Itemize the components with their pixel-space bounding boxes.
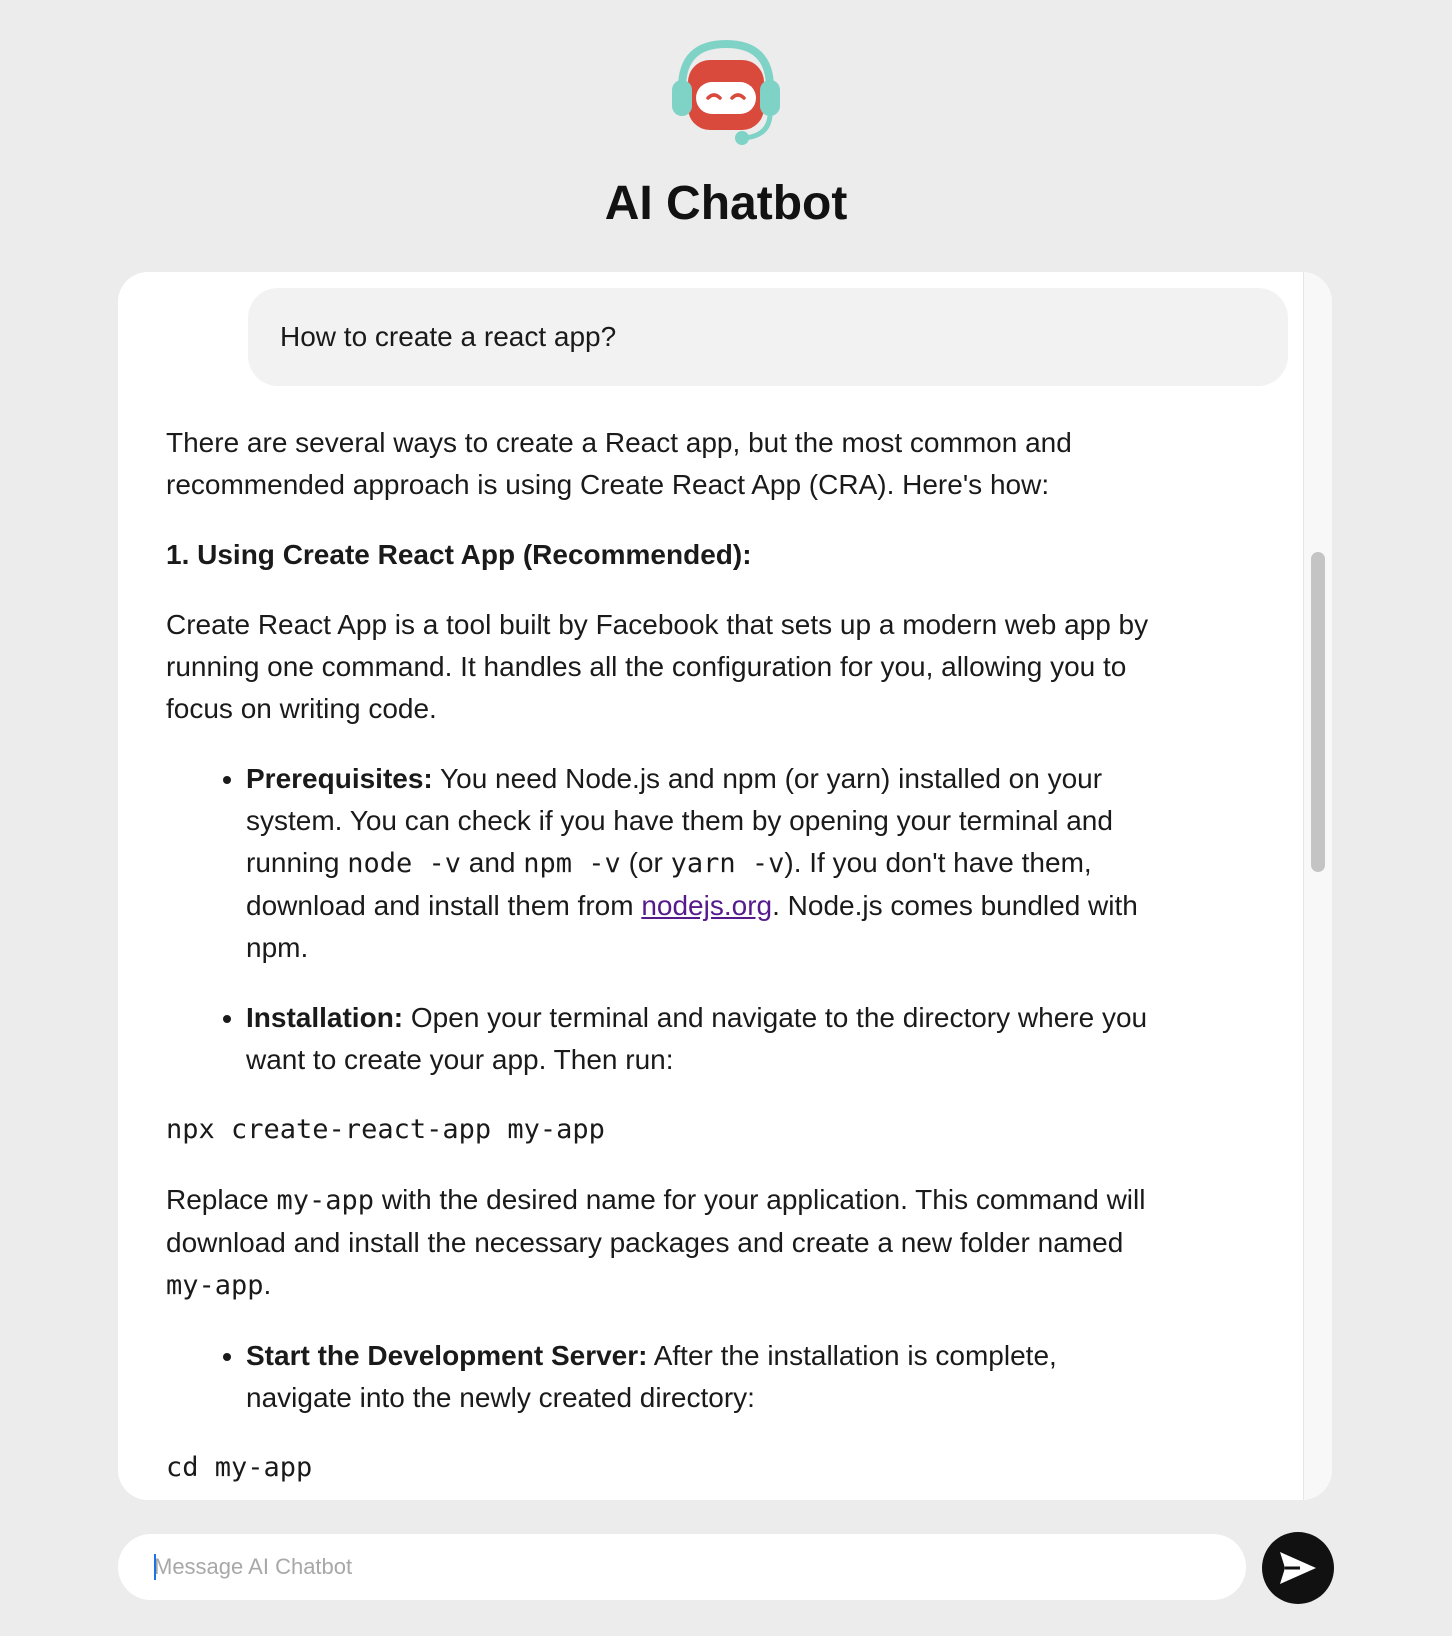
answer-heading: 1. Using Create React App (Recommended): bbox=[166, 539, 752, 570]
chat-panel: How to create a react app? There are sev… bbox=[118, 272, 1332, 1500]
inline-code: node -v bbox=[347, 848, 461, 879]
prerequisites-text: (or bbox=[620, 847, 671, 878]
user-message: How to create a react app? bbox=[248, 288, 1288, 386]
robot-face bbox=[696, 82, 756, 114]
send-icon bbox=[1280, 1552, 1316, 1584]
code-block-create: npx create-react-app my-app bbox=[166, 1114, 605, 1145]
chatbot-logo bbox=[672, 39, 780, 145]
inline-code: yarn -v bbox=[670, 848, 785, 879]
inline-code: npm -v bbox=[523, 848, 621, 879]
assistant-message: There are several ways to create a React… bbox=[166, 422, 1152, 1500]
headset-left-cup bbox=[672, 80, 692, 116]
nodejs-link[interactable]: nodejs.org bbox=[641, 890, 772, 921]
installation-label: Installation: bbox=[246, 1002, 404, 1033]
answer-list: Start the Development Server: After the … bbox=[166, 1335, 1152, 1419]
text-caret bbox=[154, 1554, 156, 1580]
headset-right-cup bbox=[760, 80, 780, 116]
message-input[interactable] bbox=[118, 1534, 1246, 1600]
send-button[interactable] bbox=[1262, 1532, 1334, 1604]
list-item-prerequisites: Prerequisites: You need Node.js and npm … bbox=[246, 758, 1152, 969]
code-block-cd: cd my-app bbox=[166, 1452, 313, 1483]
answer-paragraph: Create React App is a tool built by Face… bbox=[166, 609, 1149, 724]
list-item-installation: Installation: Open your terminal and nav… bbox=[246, 997, 1152, 1081]
scrollbar-track[interactable] bbox=[1303, 272, 1332, 1500]
list-item-start-server: Start the Development Server: After the … bbox=[246, 1335, 1152, 1419]
inline-code: my-app bbox=[166, 1270, 264, 1301]
user-message-text: How to create a react app? bbox=[280, 321, 617, 352]
inline-code: my-app bbox=[276, 1185, 375, 1216]
answer-replace-paragraph: Replace my-app with the desired name for… bbox=[166, 1179, 1152, 1307]
prerequisites-label: Prerequisites: bbox=[246, 763, 433, 794]
replace-text: . bbox=[263, 1269, 272, 1300]
replace-text: Replace bbox=[166, 1184, 277, 1215]
start-server-label: Start the Development Server: bbox=[246, 1340, 648, 1371]
prerequisites-text: and bbox=[460, 847, 524, 878]
app-title: AI Chatbot bbox=[604, 177, 848, 230]
scrollbar-thumb[interactable] bbox=[1311, 552, 1325, 872]
answer-intro: There are several ways to create a React… bbox=[166, 427, 1072, 500]
answer-list: Prerequisites: You need Node.js and npm … bbox=[166, 758, 1152, 1081]
headset-mic-tip bbox=[735, 131, 749, 145]
message-input-container bbox=[118, 1534, 1246, 1600]
